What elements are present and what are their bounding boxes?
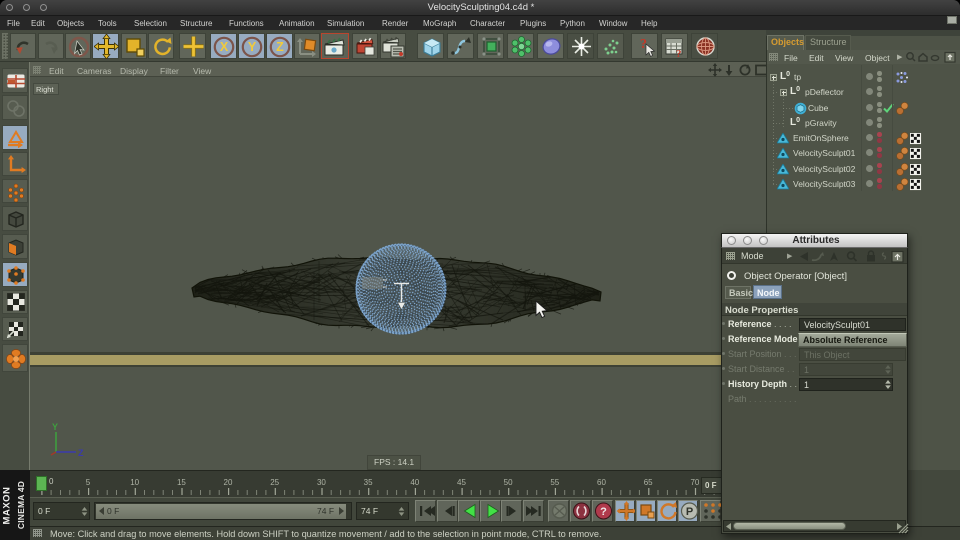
svg-text:70: 70 xyxy=(690,478,699,487)
svg-text:15: 15 xyxy=(177,478,186,487)
svg-text:45: 45 xyxy=(457,478,466,487)
svg-text:10: 10 xyxy=(130,478,139,487)
svg-text:20: 20 xyxy=(224,478,233,487)
svg-text:35: 35 xyxy=(364,478,373,487)
svg-text:?: ? xyxy=(676,48,682,58)
svg-text:65: 65 xyxy=(644,478,653,487)
svg-text:P: P xyxy=(686,506,693,518)
svg-text:5: 5 xyxy=(86,478,91,487)
svg-text:50: 50 xyxy=(504,478,513,487)
svg-text:25: 25 xyxy=(270,478,279,487)
svg-text:X: X xyxy=(220,40,229,54)
svg-text:30: 30 xyxy=(317,478,326,487)
svg-text:60: 60 xyxy=(597,478,606,487)
svg-text:Y: Y xyxy=(248,40,257,54)
svg-text:Z: Z xyxy=(276,40,284,54)
svg-text:55: 55 xyxy=(550,478,559,487)
svg-text:40: 40 xyxy=(410,478,419,487)
svg-text:?: ? xyxy=(600,506,607,518)
